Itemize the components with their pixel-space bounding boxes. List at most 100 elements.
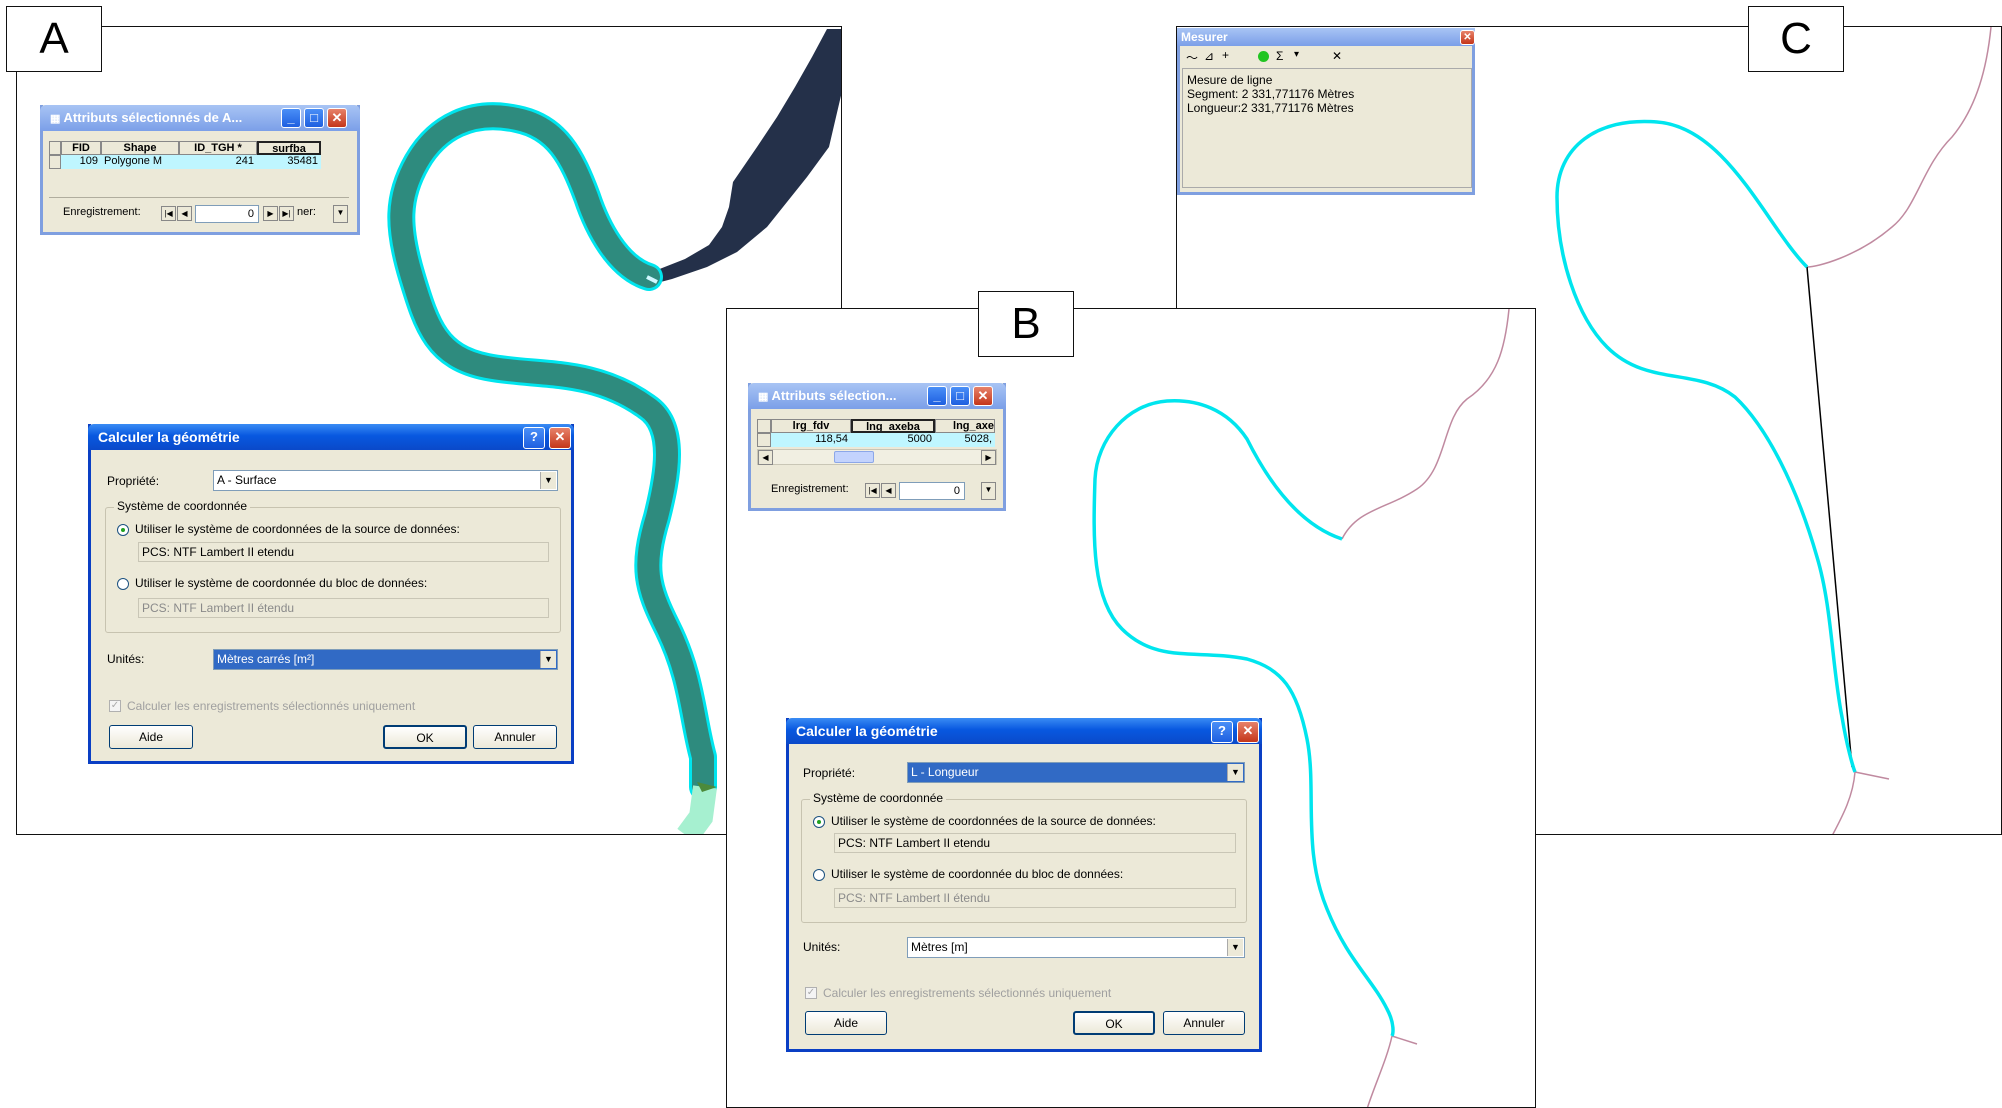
snap-icon[interactable]: [1258, 51, 1269, 62]
column-header[interactable]: FID: [61, 141, 101, 155]
calculate-geometry-dialog-a[interactable]: Calculer la géométrie ? ✕ Propriété: A -…: [88, 424, 574, 764]
attributes-table-a[interactable]: FID Shape ID_TGH * surfba 109 Polygone M…: [49, 141, 349, 179]
river-polygon: [653, 29, 841, 284]
measure-line3: Longueur:2 331,771176 Mètres: [1187, 101, 1354, 115]
radio-frame-coords-label[interactable]: Utiliser le système de coordonnée du blo…: [135, 576, 427, 590]
help-text-button[interactable]: Aide: [805, 1011, 887, 1035]
column-header[interactable]: lng_axeba: [851, 419, 935, 433]
panel-label-c: C: [1748, 6, 1844, 72]
measure-window[interactable]: Mesurer ✕ 〜 ⊿ + Σ ▾ ✕ Mesure de ligne Se…: [1177, 28, 1475, 195]
units-select[interactable]: Mètres [m] ▼: [907, 937, 1245, 958]
chevron-down-icon[interactable]: ▼: [540, 472, 556, 489]
close-button[interactable]: ✕: [973, 386, 993, 406]
minimize-button[interactable]: _: [927, 386, 947, 406]
radio-source-coords[interactable]: [117, 524, 129, 536]
attributes-window-a[interactable]: ▦ Attributs sélectionnés de A... _ □ ✕ F…: [40, 105, 360, 235]
help-button[interactable]: ?: [523, 427, 545, 449]
close-button[interactable]: ✕: [1460, 30, 1475, 45]
last-record-button[interactable]: ▶|: [279, 206, 294, 221]
sum-icon[interactable]: Σ: [1276, 49, 1283, 63]
column-header[interactable]: lrg_fdv: [771, 419, 851, 433]
units-menu-icon[interactable]: ▾: [1294, 49, 1299, 60]
selected-only-checkbox: ✓: [805, 987, 817, 999]
calculate-geometry-dialog-b[interactable]: Calculer la géométrie ? ✕ Propriété: L -…: [786, 718, 1262, 1052]
panel-letter-a: A: [39, 14, 69, 63]
record-tail-text: ner:: [297, 206, 316, 218]
property-select[interactable]: L - Longueur ▼: [907, 762, 1245, 783]
pink-downstream-line: [1832, 771, 1890, 834]
selected-only-label: Calculer les enregistrements sélectionné…: [823, 986, 1112, 1000]
close-button[interactable]: ✕: [327, 108, 347, 128]
cancel-button[interactable]: Annuler: [1163, 1011, 1245, 1035]
radio-frame-coords[interactable]: [117, 578, 129, 590]
column-header[interactable]: ID_TGH *: [179, 141, 257, 155]
first-record-button[interactable]: |◀: [865, 483, 880, 498]
previous-record-button[interactable]: ◀: [177, 206, 192, 221]
column-header[interactable]: lng_axe: [935, 419, 995, 433]
attributes-table-b[interactable]: lrg_fdv lng_axeba lng_axe 118,54 5000 50…: [757, 419, 997, 467]
help-button[interactable]: ?: [1211, 721, 1233, 743]
property-select[interactable]: A - Surface ▼: [213, 470, 558, 491]
table-cell[interactable]: 35481: [257, 155, 321, 169]
table-cell[interactable]: 118,54: [771, 433, 851, 447]
column-header[interactable]: Shape: [101, 141, 179, 155]
row-selector-header: [757, 419, 771, 433]
units-select[interactable]: Mètres carrés [m²] ▼: [213, 649, 558, 670]
close-button[interactable]: ✕: [549, 427, 571, 449]
property-select-value: L - Longueur: [911, 765, 979, 779]
ok-button[interactable]: OK: [1073, 1011, 1155, 1035]
chevron-down-icon[interactable]: ▼: [1227, 939, 1243, 956]
options-dropdown[interactable]: ▼: [333, 205, 348, 223]
record-label: Enregistrement:: [771, 483, 849, 495]
radio-source-coords[interactable]: [813, 816, 825, 828]
help-text-button[interactable]: Aide: [109, 725, 193, 749]
horizontal-scrollbar[interactable]: ◀ ▶: [757, 449, 997, 465]
chevron-down-icon[interactable]: ▼: [540, 651, 556, 668]
measure-area-icon[interactable]: ⊿: [1204, 49, 1214, 63]
dialog-b-titlebar[interactable]: Calculer la géométrie: [786, 718, 1262, 744]
units-select-value: Mètres carrés [m²]: [217, 652, 315, 666]
measure-feature-icon[interactable]: +: [1222, 48, 1229, 62]
row-selector[interactable]: [757, 433, 771, 447]
ok-button[interactable]: OK: [383, 725, 467, 749]
table-cell[interactable]: 241: [179, 155, 257, 169]
frame-coords-value: PCS: NTF Lambert II étendu: [834, 888, 1236, 908]
dialog-a-titlebar[interactable]: Calculer la géométrie: [88, 424, 574, 450]
table-cell[interactable]: Polygone M: [101, 155, 179, 169]
source-coords-value: PCS: NTF Lambert II etendu: [138, 542, 549, 562]
next-record-button[interactable]: ▶: [263, 206, 278, 221]
table-cell[interactable]: 5000: [851, 433, 935, 447]
minimize-button[interactable]: _: [281, 108, 301, 128]
close-button[interactable]: ✕: [1237, 721, 1259, 743]
units-select-value: Mètres [m]: [911, 940, 968, 954]
maximize-button[interactable]: □: [950, 386, 970, 406]
record-number-input[interactable]: 0: [195, 205, 259, 223]
first-record-button[interactable]: |◀: [161, 206, 176, 221]
scroll-thumb[interactable]: [834, 451, 874, 463]
measure-window-titlebar[interactable]: Mesurer: [1177, 28, 1475, 46]
downstream-channel: [677, 785, 717, 834]
radio-frame-coords-label[interactable]: Utiliser le système de coordonnée du blo…: [831, 867, 1123, 881]
scroll-right-button[interactable]: ▶: [981, 450, 996, 465]
row-selector-header: [49, 141, 61, 155]
units-label: Unités:: [107, 652, 145, 666]
table-cell[interactable]: 109: [61, 155, 101, 169]
measure-line-icon[interactable]: 〜: [1186, 49, 1198, 66]
column-header[interactable]: surfba: [257, 141, 321, 155]
maximize-button[interactable]: □: [304, 108, 324, 128]
previous-record-button[interactable]: ◀: [881, 483, 896, 498]
table-cell[interactable]: 5028,: [935, 433, 995, 447]
measure-results: Mesure de ligne Segment: 2 331,771176 Mè…: [1182, 68, 1472, 188]
chevron-down-icon[interactable]: ▼: [1227, 764, 1243, 781]
options-dropdown[interactable]: ▼: [981, 482, 996, 500]
row-selector[interactable]: [49, 155, 61, 169]
attributes-window-b[interactable]: ▦ Attributs sélection... _ □ ✕ lrg_fdv l…: [748, 383, 1006, 511]
radio-source-coords-label[interactable]: Utiliser le système de coordonnées de la…: [831, 814, 1156, 828]
radio-frame-coords[interactable]: [813, 869, 825, 881]
clear-icon[interactable]: ✕: [1332, 49, 1342, 63]
radio-source-coords-label[interactable]: Utiliser le système de coordonnées de la…: [135, 522, 460, 536]
scroll-left-button[interactable]: ◀: [758, 450, 773, 465]
record-number-input[interactable]: 0: [899, 482, 965, 500]
cancel-button[interactable]: Annuler: [473, 725, 557, 749]
selected-centerline: [1555, 119, 1857, 773]
